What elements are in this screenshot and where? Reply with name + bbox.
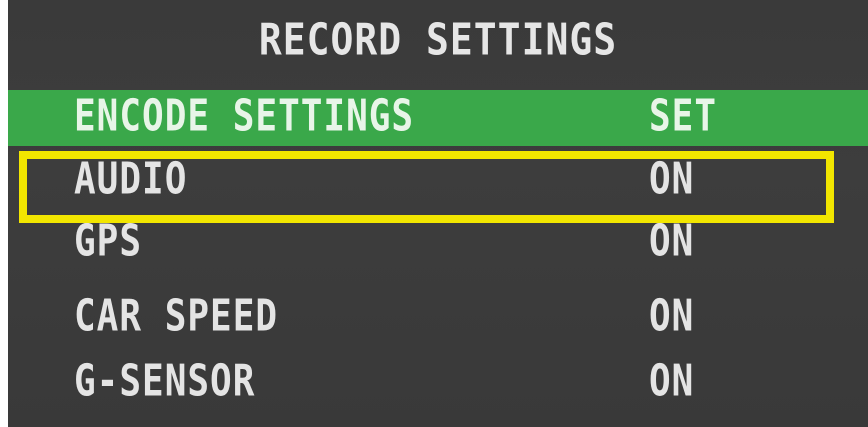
menu-item-value: ON: [649, 155, 695, 205]
menu-item-value: SET: [649, 92, 718, 142]
menu-item-encode-settings[interactable]: ENCODE SETTINGS SET: [8, 90, 868, 146]
menu-item-label: ENCODE SETTINGS: [74, 92, 415, 142]
menu-item-value: ON: [649, 357, 695, 407]
menu-item-car-speed[interactable]: CAR SPEED ON: [8, 290, 868, 346]
menu-item-g-sensor[interactable]: G-SENSOR ON: [8, 355, 868, 411]
menu-item-label: AUDIO: [74, 155, 188, 205]
menu-item-label: CAR SPEED: [74, 292, 279, 342]
menu-item-gps[interactable]: GPS ON: [8, 215, 868, 271]
menu-item-audio[interactable]: AUDIO ON: [8, 153, 868, 209]
menu-item-value: ON: [649, 292, 695, 342]
screen: RECORD SETTINGS ENCODE SETTINGS SET AUDI…: [0, 0, 868, 427]
menu-item-value: ON: [649, 217, 695, 267]
record-settings-menu: RECORD SETTINGS ENCODE SETTINGS SET AUDI…: [8, 0, 868, 427]
menu-item-label: G-SENSOR: [74, 357, 256, 407]
menu-title: RECORD SETTINGS: [258, 14, 618, 65]
menu-item-label: GPS: [74, 217, 143, 267]
